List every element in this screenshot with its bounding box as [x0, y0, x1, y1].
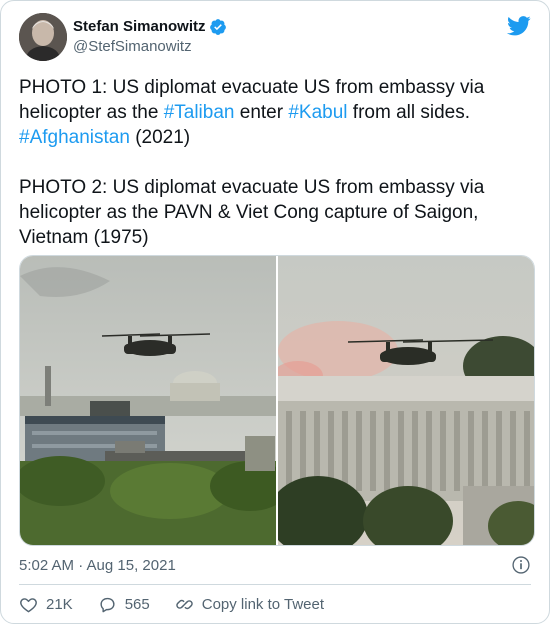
- hashtag-taliban[interactable]: #Taliban: [164, 102, 235, 123]
- twitter-bird-icon[interactable]: [507, 15, 531, 37]
- reply-bubble-icon: [100, 597, 115, 613]
- tweet-text-segment: from all sides.: [347, 102, 471, 123]
- tweet-text-segment: (2021): [129, 127, 191, 148]
- tweet-timestamp[interactable]: 5:02 AM · Aug 15, 2021: [19, 557, 176, 574]
- tweet-text: PHOTO 1: US diplomat evacuate US from em…: [19, 75, 531, 250]
- author-handle[interactable]: @StefSimanowitz: [73, 37, 227, 57]
- tweet-paragraph-2: PHOTO 2: US diplomat evacuate US from em…: [19, 177, 490, 248]
- copy-link-button[interactable]: Copy link to Tweet: [175, 595, 324, 614]
- verified-badge-icon: [209, 19, 226, 35]
- photo-kabul-embassy[interactable]: [20, 256, 276, 545]
- avatar[interactable]: [19, 13, 67, 61]
- author-display-name[interactable]: Stefan Simanowitz: [73, 17, 206, 37]
- heart-icon: [20, 598, 37, 613]
- hashtag-kabul[interactable]: #Kabul: [288, 102, 347, 123]
- hashtag-afghanistan[interactable]: #Afghanistan: [19, 127, 130, 148]
- reply-count: 565: [124, 596, 150, 613]
- tweet-actions: 21K 565 Copy link to Tweet: [19, 595, 349, 614]
- name-row: Stefan Simanowitz: [73, 17, 227, 37]
- divider: [19, 584, 531, 585]
- photo-saigon-embassy[interactable]: [278, 256, 534, 545]
- reply-button[interactable]: 565: [98, 595, 150, 614]
- copy-link-label: Copy link to Tweet: [201, 596, 325, 613]
- link-icon: [175, 599, 193, 610]
- tweet-text-segment: enter: [234, 102, 289, 123]
- tweet-card: Stefan Simanowitz @StefSimanowitz PHOTO …: [0, 0, 550, 624]
- author-names: Stefan Simanowitz @StefSimanowitz: [73, 17, 227, 57]
- like-count: 21K: [46, 596, 73, 613]
- tweet-media: [19, 255, 535, 546]
- info-icon[interactable]: [511, 555, 531, 575]
- tweet-header: Stefan Simanowitz @StefSimanowitz: [19, 13, 227, 61]
- like-button[interactable]: 21K: [19, 595, 73, 614]
